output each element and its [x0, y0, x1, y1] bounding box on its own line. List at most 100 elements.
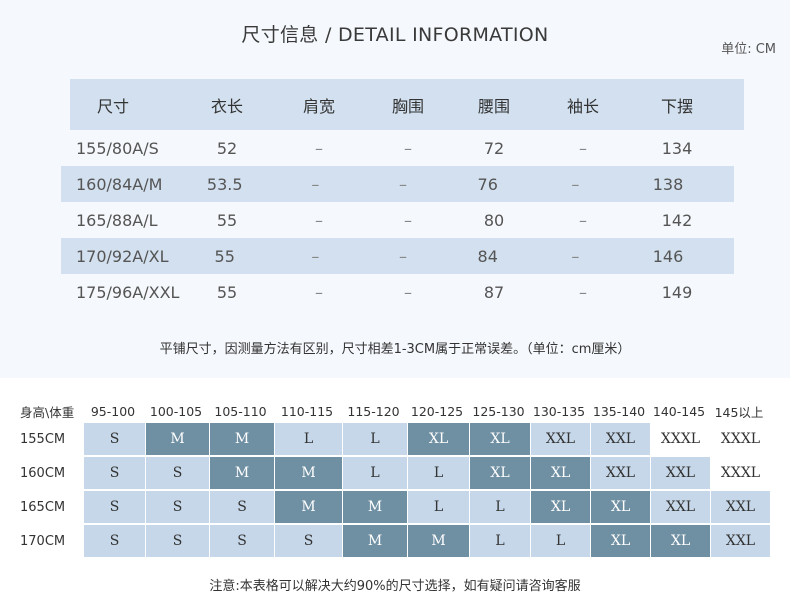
grid-size-cell: S: [84, 525, 145, 557]
size-table: 尺寸 衣长 肩宽 胸围 腰围 袖长 下摆 155/80A/S 52 – – 72 – 134 160/84…: [61, 79, 744, 310]
grid-size-cell: S: [146, 457, 209, 489]
grid-size-cell: M: [146, 423, 209, 455]
grid-size-cell: M: [343, 525, 407, 557]
size-table-cell: 138: [652, 174, 684, 194]
size-table-cell: 134: [661, 138, 693, 158]
size-table-cell: –: [404, 138, 412, 158]
bottom-note: 注意:本表格可以解决大约90%的尺寸选择，如有疑问请咨询客服: [209, 579, 581, 594]
grid-size-cell: XXL: [651, 491, 710, 523]
grid-corner-label: 身高\体重: [20, 404, 75, 420]
size-table-row: 175/96A/XXL 55 – – 87 – 149: [70, 274, 744, 310]
grid-height-label: 170CM: [20, 533, 66, 549]
grid-body: 155CM S M M L L XL XL XXL XXL XXXL XXXL 160CM S S M M L L X…: [14, 422, 771, 558]
grid-size-cell: XL: [591, 525, 650, 557]
grid-height-label: 160CM: [20, 465, 66, 481]
size-table-cell: –: [404, 282, 412, 302]
size-detail-panel: 尺寸信息 / DETAIL INFORMATION 单位: CM 尺寸 衣长 肩宽 胸…: [0, 0, 790, 378]
grid-weight-header: 95-100: [90, 403, 136, 419]
grid-size-cell: S: [210, 525, 274, 557]
grid-weight-header: 120-125: [410, 403, 464, 419]
grid-size-cell: M: [275, 491, 342, 523]
size-table-cell: –: [315, 210, 323, 230]
grid-size-cell: M: [343, 491, 407, 523]
size-table-cell: 55: [214, 246, 235, 266]
grid-size-cell: L: [531, 525, 590, 557]
grid-size-cell: L: [408, 457, 469, 489]
grid-weight-header: 145以上: [714, 404, 764, 420]
grid-weight-header: 115-120: [347, 403, 400, 419]
grid-size-cell: XXL: [531, 423, 590, 455]
grid-weight-header: 130-135: [532, 403, 586, 419]
height-weight-grid: 身高\体重 95-100 100-105 105-110 110-115 115-120 1…: [14, 400, 771, 558]
grid-size-cell: M: [408, 525, 469, 557]
size-column-header: 肩宽: [302, 96, 335, 116]
size-table-cell: 53.5: [206, 174, 243, 194]
grid-size-cell: XXL: [711, 525, 770, 557]
size-column-header: 尺寸: [97, 96, 130, 116]
grid-size-cell: L: [343, 457, 407, 489]
size-table-cell: 175/96A/XXL: [76, 282, 180, 302]
size-table-cell: 55: [216, 282, 238, 302]
grid-size-cell: XL: [470, 423, 530, 455]
grid-size-cell: XL: [531, 457, 590, 489]
grid-size-cell: L: [470, 491, 530, 523]
grid-size-cell: XXXL: [711, 457, 770, 489]
grid-size-cell: XL: [470, 457, 530, 489]
measurement-note: 平铺尺寸，因测量方法有区别，尺寸相差1-3CM属于正常误差。（单位：cm厘米）: [159, 342, 631, 357]
grid-size-cell: S: [210, 491, 274, 523]
grid-weight-header: 125-130: [472, 403, 525, 419]
grid-size-cell: M: [210, 457, 274, 489]
grid-height-label: 155CM: [20, 431, 66, 447]
size-table-cell: –: [311, 246, 320, 266]
size-table-cell: 76: [477, 174, 498, 194]
grid-row: 165CM S S S M M L L XL XL XXL XXL: [14, 490, 771, 524]
grid-size-cell: S: [146, 491, 209, 523]
size-table-cell: 165/88A/L: [76, 210, 158, 230]
size-table-cell: –: [315, 138, 323, 158]
size-table-header: 尺寸 衣长 肩宽 胸围 腰围 袖长 下摆: [70, 79, 744, 130]
grid-size-cell: M: [210, 423, 274, 455]
size-table-cell: 149: [661, 282, 693, 302]
size-table-cell: –: [399, 174, 408, 194]
grid-weight-header: 100-105: [149, 403, 203, 419]
grid-size-cell: XL: [591, 491, 650, 523]
grid-height-label: 165CM: [20, 499, 66, 515]
size-table-cell: –: [404, 210, 412, 230]
size-table-cell: –: [571, 246, 580, 266]
grid-size-cell: XXXL: [711, 423, 770, 455]
size-column-header: 腰围: [477, 96, 510, 116]
size-table-row: 165/88A/L 55 – – 80 – 142: [70, 202, 744, 238]
grid-size-cell: XXXL: [651, 423, 710, 455]
grid-row: 170CM S S S S M M L L XL XL XXL: [14, 524, 771, 558]
size-column-header: 胸围: [391, 96, 424, 116]
page-title: 尺寸信息 / DETAIL INFORMATION: [241, 24, 549, 46]
grid-size-cell: S: [275, 525, 342, 557]
size-column-header: 衣长: [210, 96, 243, 116]
grid-size-cell: XL: [531, 491, 590, 523]
grid-size-cell: XXL: [591, 457, 650, 489]
grid-size-cell: L: [343, 423, 407, 455]
grid-header: 身高\体重 95-100 100-105 105-110 110-115 115-120 1…: [14, 400, 771, 422]
grid-size-cell: L: [470, 525, 530, 557]
grid-row: 160CM S S M M L L XL XL XXL XXL XXXL: [14, 456, 771, 490]
grid-size-cell: S: [84, 457, 145, 489]
size-table-cell: 87: [483, 282, 505, 302]
grid-size-cell: XXL: [591, 423, 650, 455]
size-table-cell: –: [399, 246, 408, 266]
grid-size-cell: L: [408, 491, 469, 523]
grid-size-cell: XL: [408, 423, 469, 455]
size-table-cell: 84: [477, 246, 498, 266]
size-table-cell: 170/92A/XL: [76, 246, 169, 266]
grid-size-cell: XXL: [711, 491, 770, 523]
grid-size-cell: L: [275, 423, 342, 455]
size-table-cell: –: [579, 282, 587, 302]
size-table-cell: 52: [216, 138, 238, 158]
grid-row: 155CM S M M L L XL XL XXL XXL XXXL XXXL: [14, 422, 771, 456]
size-table-body: 155/80A/S 52 – – 72 – 134 160/84A/M 53.5 – – 76 – 138…: [61, 130, 744, 310]
grid-weight-header: 110-115: [280, 403, 334, 419]
size-column-header: 袖长: [566, 96, 599, 116]
size-table-cell: 80: [483, 210, 505, 230]
size-table-cell: 142: [661, 210, 693, 230]
size-table-cell: –: [571, 174, 580, 194]
grid-size-cell: S: [146, 525, 209, 557]
